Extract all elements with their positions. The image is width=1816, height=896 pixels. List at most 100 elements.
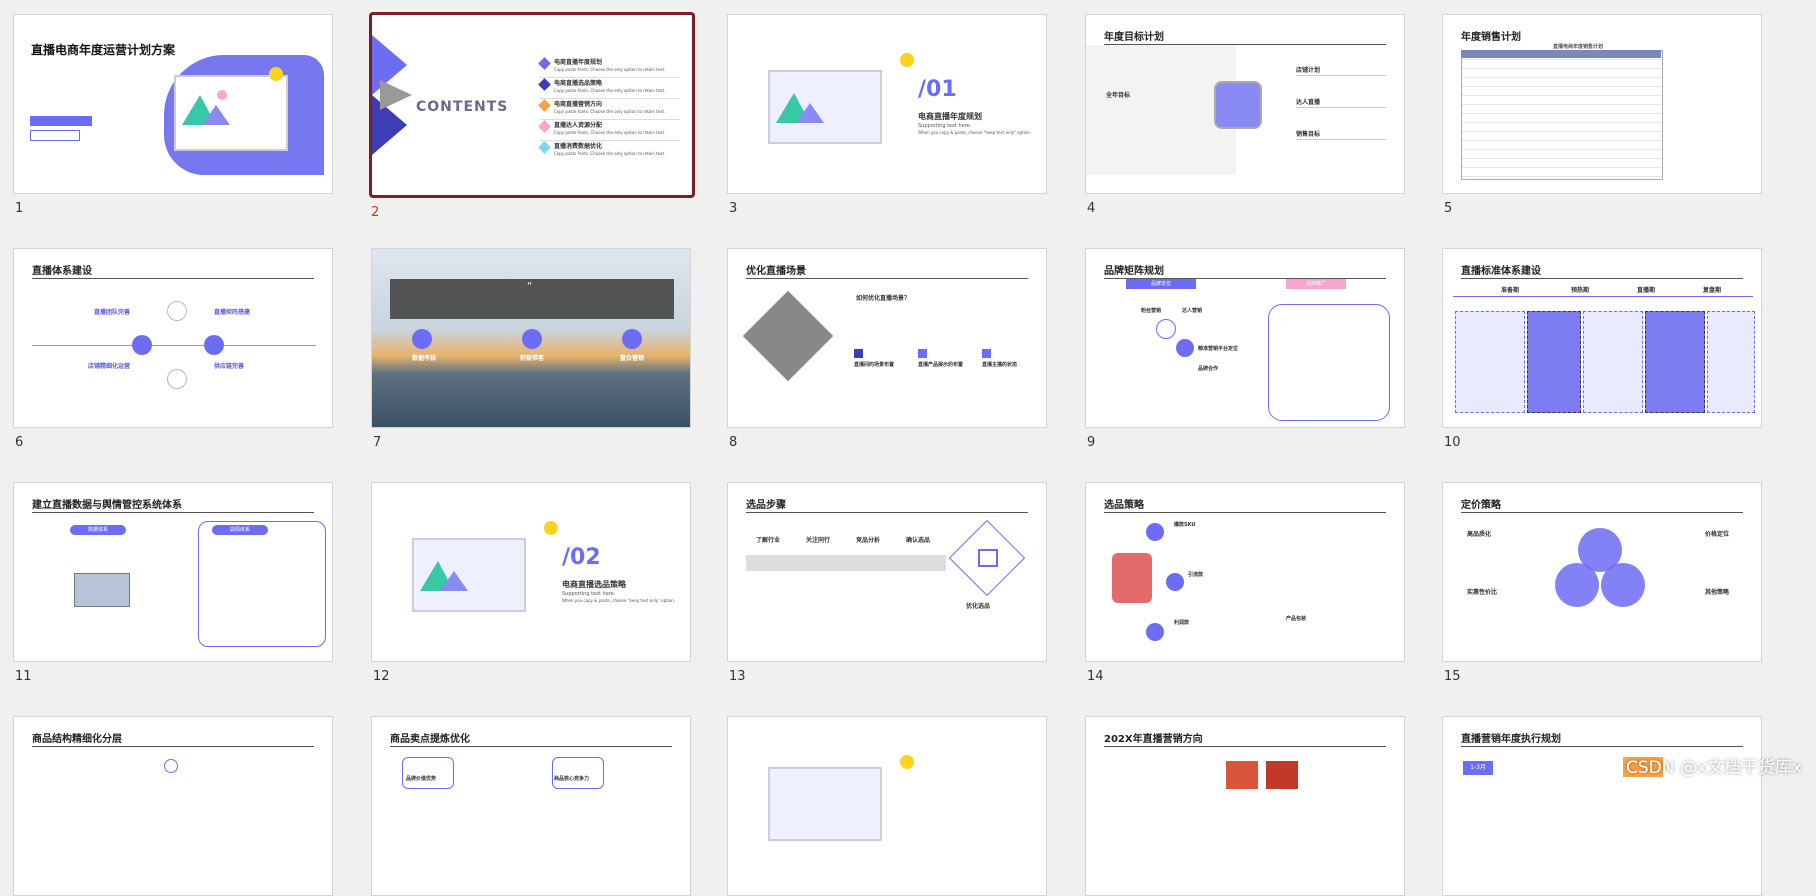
slide-number: 1 <box>15 201 24 216</box>
section-sub: Supporting text here. <box>918 123 972 129</box>
slide-8[interactable]: 优化直播场景 如何优化直播场景？ 直播间的场景布置 直播产品展示的布置 直播主播… <box>727 248 1047 428</box>
contents-item: 电商直播选品策略 <box>554 80 603 87</box>
slide-16[interactable]: 商品结构精细化分层 <box>13 716 333 896</box>
label: 供应链完善 <box>214 363 245 370</box>
label: 粉丝营销 <box>1141 308 1162 314</box>
title-rule <box>32 278 314 279</box>
slide-number: 10 <box>1444 435 1461 450</box>
quote-icon: “ <box>527 281 533 292</box>
stage-box <box>1707 311 1755 413</box>
section-title: 电商直播年度规划 <box>918 112 982 121</box>
stage-label: 直播期 <box>1637 287 1656 294</box>
label: 达人营销 <box>1182 308 1203 314</box>
illustration-screen <box>768 767 882 841</box>
divider <box>1296 139 1386 140</box>
label: 直播主播的状态 <box>982 362 1018 368</box>
title-rule <box>1461 746 1743 747</box>
emoji-icon <box>269 67 283 81</box>
rocket-illustration <box>1112 553 1152 603</box>
slide-5[interactable]: 年度销售计划 直播电商年度销售计划 <box>1442 14 1762 194</box>
item-marker-icon <box>538 99 551 112</box>
timeline <box>1453 296 1753 297</box>
slide-11[interactable]: 建立直播数据与舆情管控系统体系 数据体系 舆情体系 <box>13 482 333 662</box>
slide-17[interactable]: 商品卖点提炼优化 品牌价值优势 商品核心竞争力 <box>371 716 691 896</box>
divider <box>1296 107 1386 108</box>
stage-box <box>1527 311 1581 413</box>
emoji-icon <box>544 521 558 535</box>
label: 销售目标 <box>1296 131 1321 138</box>
item-sub: Copy paste fonts. Choose the only option… <box>554 151 666 156</box>
slide-9[interactable]: 品牌矩阵规划 品牌定位 品牌推广 粉丝营销 达人营销 精准营销平台定位 品牌合作 <box>1085 248 1405 428</box>
stage-label: 预热期 <box>1571 287 1590 294</box>
tag: 舆情体系 <box>212 525 268 535</box>
photo-thumb <box>1226 761 1258 789</box>
help-icon <box>1176 339 1194 357</box>
slide-3[interactable]: /01 电商直播年度规划 Supporting text here. When … <box>727 14 1047 194</box>
slide-14[interactable]: 选品策略 爆款SKU 引流款 利润款 产品包装 <box>1085 482 1405 662</box>
slide-4[interactable]: 年度目标计划 全年目标 店铺计划 达人直播 销售目标 <box>1085 14 1405 194</box>
label: 产品包装 <box>1286 616 1307 622</box>
chart-icon <box>132 335 152 355</box>
emoji-icon <box>900 53 914 67</box>
user-icon <box>1146 623 1164 641</box>
slide-13[interactable]: 选品步骤 了解行业 关注同行 竞品分析 确认选品 优化选品 <box>727 482 1047 662</box>
slide-sorter-grid: 直播电商年度运营计划方案 1 CONTENTS 电商直播年度规划 Copy pas… <box>0 0 1816 896</box>
stage-label: 准备期 <box>1501 287 1520 294</box>
label: 全年目标 <box>1106 92 1131 99</box>
slide-title: 选品步骤 <box>746 500 786 511</box>
slide-19[interactable]: 202X年直播营销方向 <box>1085 716 1405 896</box>
item-marker-icon <box>538 78 551 91</box>
slide-6[interactable]: 直播体系建设 直播团队完善 直播矩阵搭建 店铺精细化运营 供应链完善 <box>13 248 333 428</box>
label: 数据考核 <box>412 355 437 362</box>
slide-title: 年度销售计划 <box>1461 32 1521 43</box>
item-marker-icon <box>538 141 551 154</box>
slide-10[interactable]: 直播标准体系建设 准备期 预热期 直播期 复盘期 <box>1442 248 1762 428</box>
slide-title: 优化直播场景 <box>746 266 806 277</box>
section-title: 电商直播选品策略 <box>562 580 626 589</box>
label: 价格定位 <box>1705 531 1730 538</box>
slide-number: 9 <box>1087 435 1096 450</box>
label: 店铺精细化运营 <box>88 363 131 370</box>
matrix-table <box>1268 304 1390 421</box>
slide-number: 2 <box>371 205 380 220</box>
slide-title: 直播体系建设 <box>32 266 92 277</box>
mountain-icon <box>420 561 468 591</box>
slide-18[interactable] <box>727 716 1047 896</box>
slide-20[interactable]: 直播营销年度执行规划 1-3月 <box>1442 716 1762 896</box>
slide-title: 定价策略 <box>1461 500 1501 511</box>
tag: 数据体系 <box>70 525 126 535</box>
slide-7[interactable]: “ 数据考核 积极带客 整合营销 <box>371 248 691 428</box>
people-icon <box>1156 319 1176 339</box>
slide-1[interactable]: 直播电商年度运营计划方案 <box>13 14 333 194</box>
contents-item: 电商直播营销方向 <box>554 101 603 108</box>
crown-card <box>402 757 454 789</box>
label: 直播矩阵搭建 <box>214 309 251 316</box>
slide-number: 7 <box>373 435 382 450</box>
slide-number: 15 <box>1444 669 1461 684</box>
slide-title: 年度目标计划 <box>1104 32 1164 43</box>
month-tag: 1-3月 <box>1463 761 1493 775</box>
label: 优化选品 <box>966 603 991 610</box>
stage-box <box>1455 311 1525 413</box>
label: 整合营销 <box>620 355 645 362</box>
item-icon <box>854 349 863 358</box>
label: 品牌合作 <box>1198 366 1219 372</box>
contents-item: 直播达人资源分配 <box>554 122 603 129</box>
tag: 品牌定位 <box>1126 279 1196 289</box>
title-rule <box>390 746 672 747</box>
user-icon <box>167 301 187 321</box>
question: 如何优化直播场景？ <box>856 295 911 302</box>
slide-12[interactable]: /02 电商直播选品策略 Supporting text here. When … <box>371 482 691 662</box>
slide-2[interactable]: CONTENTS 电商直播年度规划 Copy paste fonts. Choos… <box>369 12 695 198</box>
slide-15[interactable]: 定价策略 高品质化 价格定位 实惠性价比 其他策略 <box>1442 482 1762 662</box>
mountain-icon <box>776 93 824 123</box>
step-label: 确认选品 <box>906 537 931 544</box>
label: 直播产品展示的布置 <box>918 362 964 368</box>
decor-box <box>30 130 80 141</box>
photo-icon <box>1214 81 1262 129</box>
divider <box>1296 75 1386 76</box>
title-rule <box>1461 512 1743 513</box>
venn-circle <box>1601 563 1645 607</box>
contents-item: 电商直播年度规划 <box>554 59 603 66</box>
title-rule <box>32 746 314 747</box>
